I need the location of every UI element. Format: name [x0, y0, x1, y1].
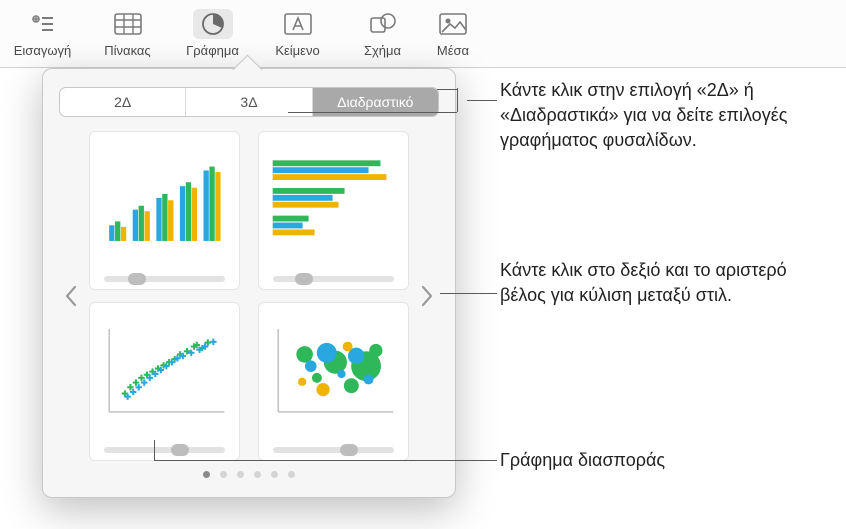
- pie-chart-icon: [193, 9, 233, 39]
- chart-popover: 2Δ 3Δ Διαδραστικό: [42, 68, 456, 498]
- style-slider[interactable]: [273, 444, 394, 454]
- toolbar-label: Πίνακας: [104, 43, 150, 58]
- toolbar-label: Μέσα: [437, 43, 469, 58]
- toolbar-label: Εισαγωγή: [14, 43, 71, 58]
- horizontal-bar-chart-icon: [269, 142, 398, 257]
- page-dot[interactable]: [237, 471, 244, 478]
- page-dot[interactable]: [203, 471, 210, 478]
- callout-segments: Κάντε κλικ στην επιλογή «2Δ» ή «Διαδραστ…: [500, 78, 830, 154]
- chart-tile-horizontal-bar[interactable]: [258, 131, 409, 290]
- toolbar-table[interactable]: Πίνακας: [85, 0, 170, 67]
- chart-tile-vertical-bar[interactable]: [89, 131, 240, 290]
- bubble-chart-icon: [269, 313, 398, 428]
- plus-list-icon: [23, 9, 63, 39]
- page-dots: [59, 471, 439, 478]
- callout-scatter: Γράφημα διασποράς: [500, 448, 665, 473]
- toolbar-label: Κείμενο: [275, 43, 319, 58]
- toolbar-shape[interactable]: Σχήμα: [340, 0, 425, 67]
- callout-text: Κάντε κλικ στο δεξιό και το αριστερό βέλ…: [500, 258, 830, 308]
- page-dot[interactable]: [220, 471, 227, 478]
- vertical-bar-chart-icon: [100, 142, 229, 257]
- chart-tile-scatter[interactable]: [89, 302, 240, 461]
- callout-arrows: Κάντε κλικ στο δεξιό και το αριστερό βέλ…: [500, 258, 830, 308]
- toolbar-chart[interactable]: Γράφημα: [170, 0, 255, 67]
- gallery-next-arrow[interactable]: [415, 276, 439, 316]
- style-slider[interactable]: [273, 273, 394, 283]
- toolbar-label: Γράφημα: [186, 43, 239, 58]
- toolbar-insert[interactable]: Εισαγωγή: [0, 0, 85, 67]
- toolbar-text[interactable]: Κείμενο: [255, 0, 340, 67]
- chart-gallery: [59, 131, 439, 461]
- page-dot[interactable]: [288, 471, 295, 478]
- image-icon: [433, 9, 473, 39]
- callout-text: Γράφημα διασποράς: [500, 448, 665, 473]
- table-icon: [108, 9, 148, 39]
- callouts: Κάντε κλικ στην επιλογή «2Δ» ή «Διαδραστ…: [470, 0, 846, 529]
- text-box-icon: [278, 9, 318, 39]
- page-dot[interactable]: [271, 471, 278, 478]
- style-slider[interactable]: [104, 444, 225, 454]
- segment-2d[interactable]: 2Δ: [60, 88, 186, 116]
- chart-tile-bubble[interactable]: [258, 302, 409, 461]
- gallery-prev-arrow[interactable]: [59, 276, 83, 316]
- scatter-chart-icon: [100, 313, 229, 428]
- page-dot[interactable]: [254, 471, 261, 478]
- toolbar-label: Σχήμα: [364, 43, 401, 58]
- gallery-grid: [83, 131, 415, 461]
- callout-text: Κάντε κλικ στην επιλογή «2Δ» ή «Διαδραστ…: [500, 78, 830, 154]
- style-slider[interactable]: [104, 273, 225, 283]
- shapes-icon: [363, 9, 403, 39]
